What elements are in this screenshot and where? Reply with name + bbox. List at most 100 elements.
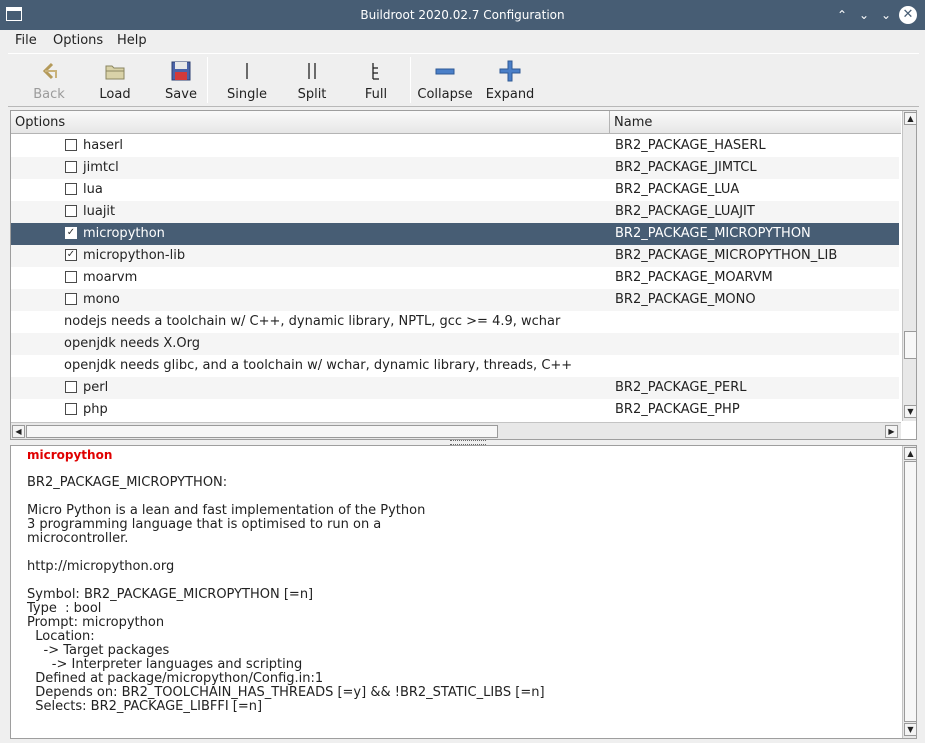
expand-label: Expand bbox=[485, 87, 535, 102]
title-bar: Buildroot 2020.02.7 Configuration ⌃ ⌄ ⌄ … bbox=[0, 0, 925, 30]
tree-comment-row[interactable]: nodejs needs a toolchain w/ C++, dynamic… bbox=[11, 311, 899, 333]
toolbar-separator bbox=[207, 57, 208, 103]
minimize-window-icon[interactable]: ⌄ bbox=[855, 6, 873, 24]
tree-row[interactable]: luajit BR2_PACKAGE_LUAJIT bbox=[11, 201, 899, 223]
tree-comment-row[interactable]: openjdk needs X.Org bbox=[11, 333, 899, 355]
tree-row[interactable]: ✓ micropython-lib BR2_PACKAGE_MICROPYTHON_… bbox=[11, 245, 899, 267]
help-line: Location: bbox=[27, 629, 95, 644]
help-line bbox=[27, 490, 897, 504]
tree-row[interactable]: lua BR2_PACKAGE_LUA bbox=[11, 179, 899, 201]
tree-scroll-thumb[interactable] bbox=[904, 331, 916, 359]
help-line: http://micropython.org bbox=[27, 559, 175, 574]
tree-row[interactable]: mono BR2_PACKAGE_MONO bbox=[11, 289, 899, 311]
column-header-options[interactable]: Options bbox=[15, 115, 65, 130]
expand-button[interactable]: Expand bbox=[479, 54, 541, 106]
option-symbol: BR2_PACKAGE_JIMTCL bbox=[615, 160, 757, 175]
load-button[interactable]: Load bbox=[84, 54, 146, 106]
checkbox-unchecked[interactable] bbox=[65, 403, 77, 415]
tree-vertical-scrollbar[interactable]: ▲ ▼ bbox=[902, 111, 916, 421]
option-symbol: BR2_PACKAGE_MICROPYTHON bbox=[615, 226, 811, 241]
save-label: Save bbox=[165, 87, 197, 102]
tree-row[interactable]: moarvm BR2_PACKAGE_MOARVM bbox=[11, 267, 899, 289]
back-arrow-icon bbox=[42, 62, 57, 80]
close-window-icon[interactable]: ✕ bbox=[899, 6, 917, 24]
maximize-window-icon[interactable]: ⌄ bbox=[877, 6, 895, 24]
checkbox-checked[interactable]: ✓ bbox=[65, 249, 77, 261]
checkbox-unchecked[interactable] bbox=[65, 161, 77, 173]
option-label: nodejs needs a toolchain w/ C++, dynamic… bbox=[64, 314, 561, 329]
help-line: Prompt: micropython bbox=[27, 615, 165, 630]
option-symbol: BR2_PACKAGE_PERL bbox=[615, 380, 747, 395]
load-label: Load bbox=[99, 87, 131, 102]
window-title: Buildroot 2020.02.7 Configuration bbox=[360, 8, 565, 22]
checkbox-unchecked[interactable] bbox=[65, 183, 77, 195]
option-symbol: BR2_PACKAGE_LUAJIT bbox=[615, 204, 755, 219]
tree-row[interactable]: perl BR2_PACKAGE_PERL bbox=[11, 377, 899, 399]
full-label: Full bbox=[364, 87, 388, 102]
option-symbol: BR2_PACKAGE_MONO bbox=[615, 292, 756, 307]
scroll-right-arrow-icon[interactable]: ▶ bbox=[885, 425, 898, 438]
column-header-name[interactable]: Name bbox=[614, 115, 652, 130]
save-button[interactable]: Save bbox=[150, 54, 212, 106]
scroll-left-arrow-icon[interactable]: ◀ bbox=[12, 425, 25, 438]
options-tree[interactable]: Options Name haserl BR2_PACKAGE_HASERLjim… bbox=[10, 110, 917, 440]
checkbox-unchecked[interactable] bbox=[65, 139, 77, 151]
column-divider[interactable] bbox=[609, 111, 610, 133]
menu-options[interactable]: Options bbox=[53, 33, 103, 48]
checkbox-unchecked[interactable] bbox=[65, 293, 77, 305]
help-line bbox=[27, 462, 897, 476]
collapse-label: Collapse bbox=[417, 87, 473, 102]
split-label: Split bbox=[297, 87, 327, 102]
option-symbol: BR2_PACKAGE_LUA bbox=[615, 182, 740, 197]
full-view-button[interactable]: Full bbox=[345, 54, 407, 106]
menu-bar: File Options Help bbox=[0, 30, 925, 52]
option-symbol: BR2_PACKAGE_HASERL bbox=[615, 138, 766, 153]
scroll-up-arrow-icon[interactable]: ▲ bbox=[904, 112, 916, 125]
help-line: -> Interpreter languages and scripting bbox=[27, 657, 303, 672]
help-scroll-thumb[interactable] bbox=[904, 461, 916, 722]
split-view-button[interactable]: Split bbox=[281, 54, 343, 106]
option-label: jimtcl bbox=[83, 160, 119, 175]
help-line: Micro Python is a lean and fast implemen… bbox=[27, 503, 426, 518]
tree-rows: haserl BR2_PACKAGE_HASERLjimtcl BR2_PACKAG… bbox=[11, 135, 899, 421]
scroll-down-arrow-icon[interactable]: ▼ bbox=[904, 405, 916, 418]
folder-icon bbox=[105, 65, 125, 80]
scroll-down-arrow-icon[interactable]: ▼ bbox=[904, 723, 916, 736]
option-label: php bbox=[83, 402, 108, 417]
option-label: openjdk needs glibc, and a toolchain w/ … bbox=[64, 358, 573, 373]
help-line: microcontroller. bbox=[27, 531, 129, 546]
help-line: -> Target packages bbox=[27, 643, 170, 658]
single-view-button[interactable]: Single bbox=[216, 54, 278, 106]
checkbox-unchecked[interactable] bbox=[65, 381, 77, 393]
tree-row[interactable]: php BR2_PACKAGE_PHP bbox=[11, 399, 899, 421]
tree-row[interactable]: jimtcl BR2_PACKAGE_JIMTCL bbox=[11, 157, 899, 179]
tree-row[interactable]: haserl BR2_PACKAGE_HASERL bbox=[11, 135, 899, 157]
shade-window-icon[interactable]: ⌃ bbox=[833, 6, 851, 24]
back-button[interactable]: Back bbox=[18, 54, 80, 106]
checkbox-checked[interactable]: ✓ bbox=[65, 227, 77, 239]
option-symbol: BR2_PACKAGE_PHP bbox=[615, 402, 740, 417]
checkbox-unchecked[interactable] bbox=[65, 271, 77, 283]
help-text: micropython BR2_PACKAGE_MICROPYTHON: Micr… bbox=[27, 448, 897, 714]
checkbox-unchecked[interactable] bbox=[65, 205, 77, 217]
help-line: 3 programming language that is optimised… bbox=[27, 517, 382, 532]
floppy-disk-icon bbox=[171, 61, 191, 81]
collapse-button[interactable]: Collapse bbox=[414, 54, 476, 106]
full-pane-icon bbox=[372, 63, 379, 80]
scroll-up-arrow-icon[interactable]: ▲ bbox=[904, 447, 916, 460]
split-pane-icon bbox=[308, 63, 316, 79]
tree-hscroll-thumb[interactable] bbox=[26, 425, 498, 438]
tree-comment-row[interactable]: openjdk needs glibc, and a toolchain w/ … bbox=[11, 355, 899, 377]
tree-row[interactable]: ✓ micropython BR2_PACKAGE_MICROPYTHON bbox=[11, 223, 899, 245]
tree-horizontal-scrollbar[interactable]: ◀ ▶ bbox=[11, 422, 901, 439]
help-panel: micropython BR2_PACKAGE_MICROPYTHON: Micr… bbox=[10, 445, 917, 739]
option-label: haserl bbox=[83, 138, 123, 153]
menu-file[interactable]: File bbox=[15, 33, 37, 48]
menu-help[interactable]: Help bbox=[117, 33, 147, 48]
option-label: perl bbox=[83, 380, 109, 395]
help-body: BR2_PACKAGE_MICROPYTHON: Micro Python is … bbox=[27, 462, 897, 714]
help-line: Depends on: BR2_TOOLCHAIN_HAS_THREADS [=… bbox=[27, 685, 545, 700]
single-label: Single bbox=[227, 87, 267, 102]
help-vertical-scrollbar[interactable]: ▲ ▼ bbox=[902, 446, 916, 738]
help-line: Defined at package/micropython/Config.in… bbox=[27, 671, 324, 686]
